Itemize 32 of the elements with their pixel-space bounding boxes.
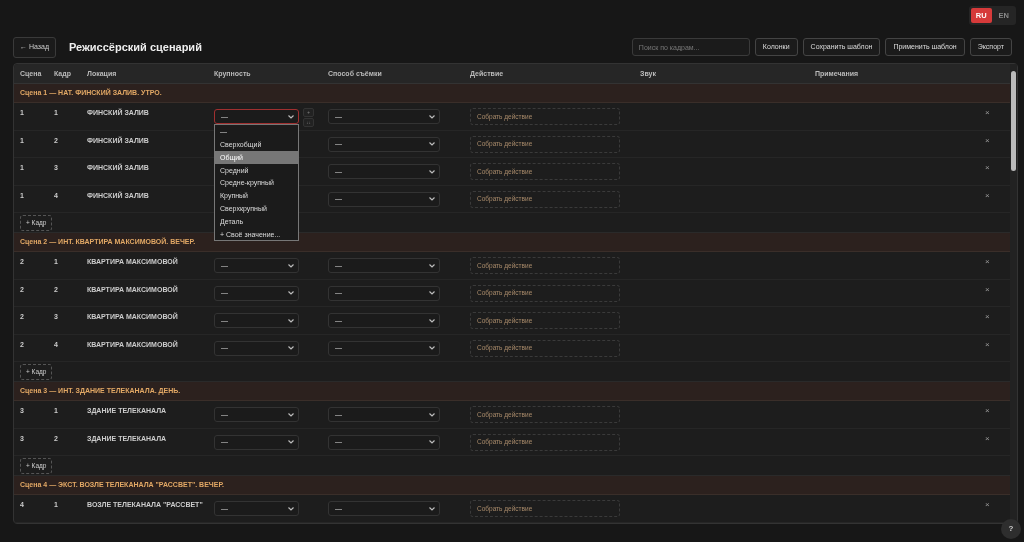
delete-button[interactable]: ×: [985, 407, 990, 416]
chevron-icon: [288, 114, 294, 119]
chevron-icon: [288, 263, 294, 268]
chevron-icon: [288, 506, 294, 511]
chevron-icon: [429, 318, 435, 323]
delete-button[interactable]: ×: [985, 109, 990, 118]
chevron-icon: [288, 318, 294, 323]
delete-button[interactable]: ×: [985, 136, 990, 145]
chevron-icon: [429, 197, 435, 202]
delete-button[interactable]: ×: [985, 285, 990, 294]
chevron-icon: [429, 506, 435, 511]
chevron-icon: [429, 142, 435, 147]
chevron-icon: [429, 169, 435, 174]
chevron-icon: [429, 440, 435, 445]
chevron-icon: [288, 412, 294, 417]
chevron-icon: [288, 291, 294, 296]
chevron-icon: [429, 412, 435, 417]
delete-button[interactable]: ×: [985, 191, 990, 200]
chevron-icon: [429, 346, 435, 351]
delete-button[interactable]: ×: [985, 340, 990, 349]
help-button[interactable]: ?: [1001, 519, 1021, 539]
chevron-icon: [429, 263, 435, 268]
chevron-icon: [429, 114, 435, 119]
chevron-icon: [429, 291, 435, 296]
chevron-icon: [288, 440, 294, 445]
chevron-icon: [288, 346, 294, 351]
delete-button[interactable]: ×: [985, 501, 990, 510]
delete-button[interactable]: ×: [985, 434, 990, 443]
delete-button[interactable]: ×: [985, 164, 990, 173]
page-title: Режиссёрский сценарий: [69, 40, 202, 54]
delete-button[interactable]: ×: [985, 313, 990, 322]
delete-button[interactable]: ×: [985, 258, 990, 267]
